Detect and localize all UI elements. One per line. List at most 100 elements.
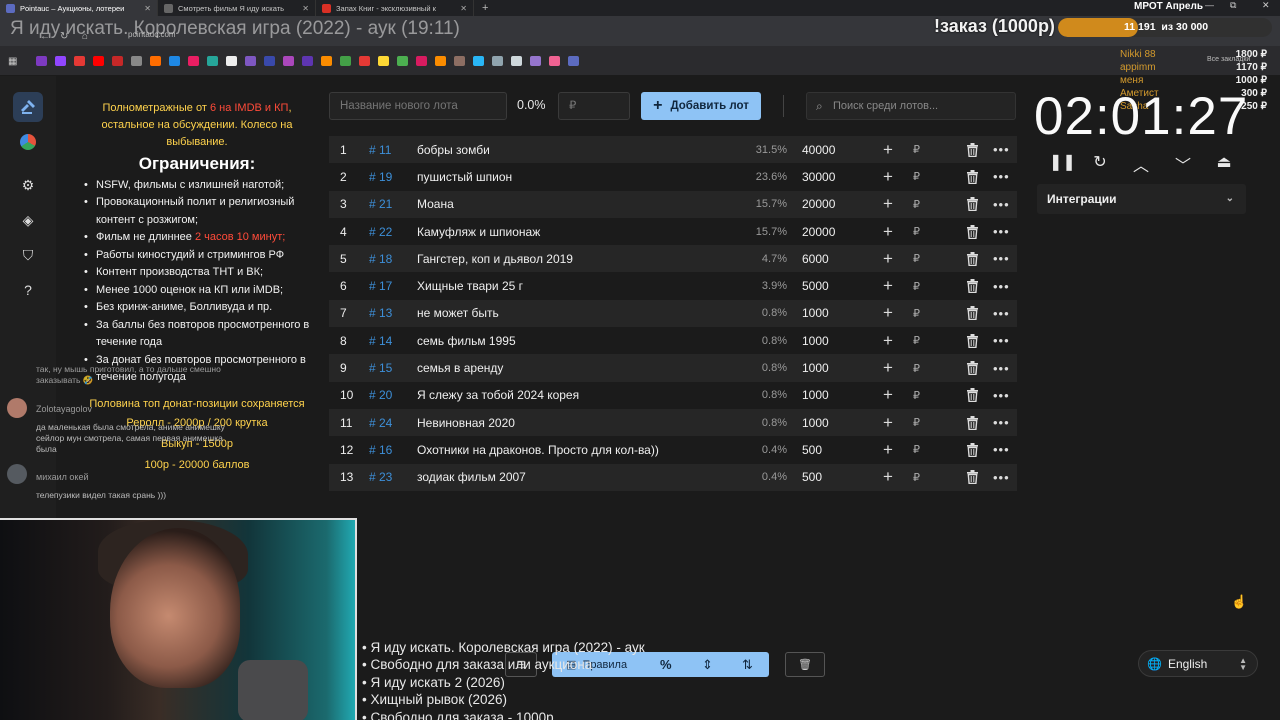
lot-amount[interactable]: 1000 <box>802 361 829 375</box>
trash-icon[interactable] <box>966 279 979 294</box>
chevron-up-icon[interactable]: ︿ <box>1131 152 1151 176</box>
bookmark-icon[interactable] <box>36 55 47 66</box>
bookmark-icon[interactable] <box>473 55 484 66</box>
lot-name[interactable]: Моана <box>417 197 454 211</box>
lot-id[interactable]: # 23 <box>369 470 392 484</box>
layers-button[interactable]: ◈ <box>13 205 43 235</box>
lot-id[interactable]: # 21 <box>369 197 392 211</box>
bookmark-icon[interactable] <box>150 55 161 66</box>
lot-name[interactable]: Невиновная 2020 <box>417 416 515 430</box>
add-amount-icon[interactable]: + <box>883 194 893 214</box>
trash-icon[interactable] <box>966 251 979 266</box>
currency-input[interactable]: ₽ <box>913 362 920 375</box>
currency-input[interactable]: ₽ <box>913 170 920 183</box>
more-options-icon[interactable]: ••• <box>993 306 1010 321</box>
chevron-down-icon[interactable]: ﹀ <box>1173 152 1193 176</box>
add-amount-icon[interactable]: + <box>883 167 893 187</box>
clear-lots-icon[interactable]: 🗑 <box>785 652 825 677</box>
add-amount-icon[interactable]: + <box>883 249 893 269</box>
trash-icon[interactable] <box>966 306 979 321</box>
add-amount-icon[interactable]: + <box>883 276 893 296</box>
more-options-icon[interactable]: ••• <box>993 224 1010 239</box>
lot-amount[interactable]: 1000 <box>802 388 829 402</box>
lot-amount[interactable]: 6000 <box>802 252 829 266</box>
lot-name[interactable]: не может быть <box>417 306 499 320</box>
lot-id[interactable]: # 19 <box>369 170 392 184</box>
more-options-icon[interactable]: ••• <box>993 142 1010 157</box>
more-options-icon[interactable]: ••• <box>993 251 1010 266</box>
bookmark-icon[interactable] <box>264 55 275 66</box>
trash-icon[interactable] <box>966 388 979 403</box>
moderation-button[interactable]: ⛉ <box>13 240 43 270</box>
lot-amount[interactable]: 1000 <box>802 334 829 348</box>
close-tab-icon[interactable]: ✕ <box>302 4 309 13</box>
add-amount-icon[interactable]: + <box>883 358 893 378</box>
bookmark-icon[interactable] <box>492 55 503 66</box>
bookmark-icon[interactable] <box>321 55 332 66</box>
minimize-window-icon[interactable]: — <box>1205 0 1214 10</box>
lot-name[interactable]: Хищные твари 25 г <box>417 279 523 293</box>
apps-grid-icon[interactable]: ▦ <box>8 56 17 67</box>
bookmark-icon[interactable] <box>188 55 199 66</box>
add-amount-icon[interactable]: + <box>883 331 893 351</box>
trash-icon[interactable] <box>966 333 979 348</box>
close-tab-icon[interactable]: ✕ <box>460 4 467 13</box>
currency-input[interactable]: ₽ <box>913 225 920 238</box>
lot-name[interactable]: Я слежу за тобой 2024 корея <box>417 388 579 402</box>
bookmark-icon[interactable] <box>169 55 180 66</box>
tab-pointauc[interactable]: Pointauc – Аукционы, лотереи ✕ <box>0 0 158 16</box>
add-amount-icon[interactable]: + <box>883 303 893 323</box>
bookmark-icon[interactable] <box>226 55 237 66</box>
lot-amount[interactable]: 20000 <box>802 197 835 211</box>
bookmark-icon[interactable] <box>74 55 85 66</box>
add-amount-icon[interactable]: + <box>883 413 893 433</box>
sort-icon[interactable]: ⇅ <box>742 652 753 677</box>
language-select[interactable]: 🌐 English ▲ ▼ <box>1138 650 1258 677</box>
lot-id[interactable]: # 20 <box>369 388 392 402</box>
add-amount-icon[interactable]: + <box>883 440 893 460</box>
bookmark-icon[interactable] <box>549 55 560 66</box>
tab-books[interactable]: Запах Книг - эксклюзивный к ✕ <box>316 0 474 16</box>
bookmark-icon[interactable] <box>112 55 123 66</box>
new-tab-button[interactable]: + <box>474 2 496 14</box>
auction-hammer-icon[interactable] <box>13 92 43 122</box>
more-options-icon[interactable]: ••• <box>993 361 1010 376</box>
currency-input[interactable]: ₽ <box>913 443 920 456</box>
bookmark-icon[interactable] <box>568 55 579 66</box>
trash-icon[interactable] <box>966 415 979 430</box>
bookmark-icon[interactable] <box>511 55 522 66</box>
more-options-icon[interactable]: ••• <box>993 388 1010 403</box>
lot-name[interactable]: бобры зомби <box>417 143 490 157</box>
currency-input[interactable]: ₽ <box>913 198 920 211</box>
bookmark-icon[interactable] <box>359 55 370 66</box>
lot-name[interactable]: зодиак фильм 2007 <box>417 470 526 484</box>
more-options-icon[interactable]: ••• <box>993 470 1010 485</box>
lot-name[interactable]: пушистый шпион <box>417 170 512 184</box>
new-lot-amount-input[interactable]: ₽ <box>558 92 630 120</box>
lot-amount[interactable]: 1000 <box>802 416 829 430</box>
trash-icon[interactable] <box>966 169 979 184</box>
reset-icon[interactable]: ↻ <box>1090 152 1110 172</box>
trash-icon[interactable] <box>966 142 979 157</box>
lot-amount[interactable]: 500 <box>802 443 822 457</box>
bookmark-icon[interactable] <box>530 55 541 66</box>
lot-amount[interactable]: 500 <box>802 470 822 484</box>
add-amount-icon[interactable]: + <box>883 140 893 160</box>
lot-id[interactable]: # 16 <box>369 443 392 457</box>
trash-icon[interactable] <box>966 442 979 457</box>
more-options-icon[interactable]: ••• <box>993 169 1010 184</box>
lot-amount[interactable]: 5000 <box>802 279 829 293</box>
collapse-up-icon[interactable]: ⏏ <box>1214 152 1234 172</box>
lot-id[interactable]: # 24 <box>369 416 392 430</box>
lot-id[interactable]: # 17 <box>369 279 392 293</box>
currency-input[interactable]: ₽ <box>913 471 920 484</box>
bookmark-icon[interactable] <box>245 55 256 66</box>
add-amount-icon[interactable]: + <box>883 467 893 487</box>
currency-input[interactable]: ₽ <box>913 280 920 293</box>
more-options-icon[interactable]: ••• <box>993 197 1010 212</box>
close-tab-icon[interactable]: ✕ <box>144 4 151 13</box>
currency-input[interactable]: ₽ <box>913 334 920 347</box>
close-window-icon[interactable]: ✕ <box>1262 0 1270 11</box>
bookmark-icon[interactable] <box>302 55 313 66</box>
more-options-icon[interactable]: ••• <box>993 442 1010 457</box>
